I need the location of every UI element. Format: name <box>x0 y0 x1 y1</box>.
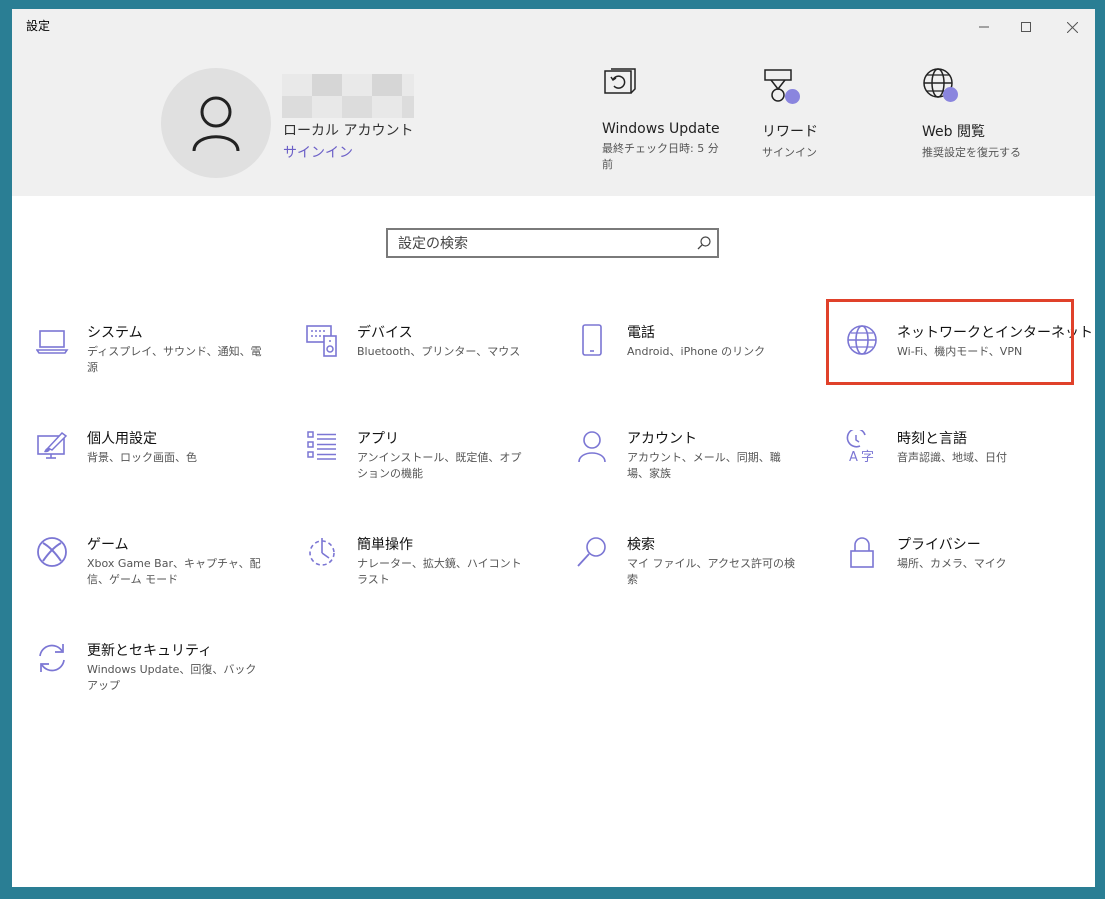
laptop-icon <box>36 330 69 354</box>
notification-dot <box>943 87 958 102</box>
rewards-icon <box>762 67 802 107</box>
window-title: 設定 <box>26 19 51 33</box>
update-security-icon <box>39 644 65 672</box>
tile-title: 更新とセキュリティ <box>87 643 213 659</box>
tile-subtitle: Windows Update、回復、バックアップ <box>87 663 257 692</box>
search-icon[interactable] <box>697 236 711 250</box>
account-icon <box>578 431 606 463</box>
tile-subtitle: Bluetooth、プリンター、マウス <box>357 345 521 358</box>
tile-subtitle: ディスプレイ、サウンド、通知、電源 <box>87 345 262 374</box>
settings-window: 設定 ローカル アカウント サインイン Windows Update 最終チェッ… <box>12 9 1095 887</box>
tile-title: 個人用設定 <box>87 431 157 447</box>
ease-of-access-icon <box>309 538 335 566</box>
tile-title: システム <box>87 325 143 341</box>
tile-subtitle: 場所、カメラ、マイク <box>897 557 1007 570</box>
minimize-button[interactable] <box>961 13 1007 41</box>
phone-icon <box>582 324 602 356</box>
account-type: ローカル アカウント <box>283 123 414 139</box>
settings-header: 設定 ローカル アカウント サインイン Windows Update 最終チェッ… <box>12 9 1095 196</box>
maximize-icon <box>1021 22 1031 32</box>
tile-title: 検索 <box>627 537 655 553</box>
tile-title: アカウント <box>627 431 697 447</box>
web-browsing-icon <box>922 67 962 107</box>
tile-subtitle: アンインストール、既定値、オプションの機能 <box>357 451 522 480</box>
search-input[interactable] <box>396 233 690 255</box>
time-language-icon: A 字 <box>846 430 874 464</box>
signin-link[interactable]: サインイン <box>283 142 353 162</box>
quick-web-browsing[interactable]: Web 閲覧 推奨設定を復元する <box>922 67 1072 161</box>
maximize-button[interactable] <box>1003 13 1049 41</box>
tile-title: アプリ <box>357 431 399 447</box>
search-icon <box>577 537 606 567</box>
quick-windows-update[interactable]: Windows Update 最終チェック日時: 5 分前 <box>602 67 752 173</box>
close-button[interactable] <box>1049 13 1095 41</box>
tile-subtitle: 背景、ロック画面、色 <box>87 451 197 464</box>
quick-title: リワード <box>762 124 818 140</box>
apps-icon <box>307 431 336 460</box>
quick-subtitle: 推奨設定を復元する <box>922 146 1021 159</box>
close-icon <box>1066 21 1078 33</box>
windows-update-icon <box>602 67 642 107</box>
tile-subtitle: Android、iPhone のリンク <box>627 345 766 358</box>
notification-dot <box>785 89 800 104</box>
quick-subtitle: サインイン <box>762 146 817 159</box>
avatar[interactable] <box>161 68 271 178</box>
tile-title: 時刻と言語 <box>897 431 967 447</box>
tile-title: 簡単操作 <box>357 537 413 553</box>
quick-rewards[interactable]: リワード サインイン <box>762 67 912 161</box>
tile-subtitle: ナレーター、拡大鏡、ハイコントラスト <box>357 557 522 586</box>
tile-subtitle: Xbox Game Bar、キャプチャ、配信、ゲーム モード <box>87 557 261 586</box>
tile-title: プライバシー <box>897 537 981 553</box>
tile-title: ゲーム <box>87 537 129 553</box>
svg-text:字: 字 <box>861 450 874 464</box>
settings-search[interactable] <box>386 228 719 258</box>
personalization-icon <box>37 431 68 459</box>
tile-subtitle: マイ ファイル、アクセス許可の検索 <box>627 557 795 586</box>
tile-subtitle: アカウント、メール、同期、職場、家族 <box>627 451 781 480</box>
quick-title: Web 閲覧 <box>922 124 985 140</box>
tile-title: デバイス <box>357 325 413 341</box>
xbox-icon <box>37 537 67 567</box>
highlight-box <box>826 299 1074 385</box>
tile-title: 電話 <box>627 325 655 341</box>
lock-icon <box>850 537 874 568</box>
tile-subtitle: 音声認識、地域、日付 <box>897 451 1007 464</box>
quick-subtitle: 最終チェック日時: 5 分前 <box>602 142 719 171</box>
quick-title: Windows Update <box>602 121 720 137</box>
blurred-username <box>282 74 414 118</box>
minimize-icon <box>979 26 989 28</box>
devices-icon <box>306 325 337 357</box>
user-icon <box>192 96 240 152</box>
svg-text:A: A <box>849 450 858 464</box>
